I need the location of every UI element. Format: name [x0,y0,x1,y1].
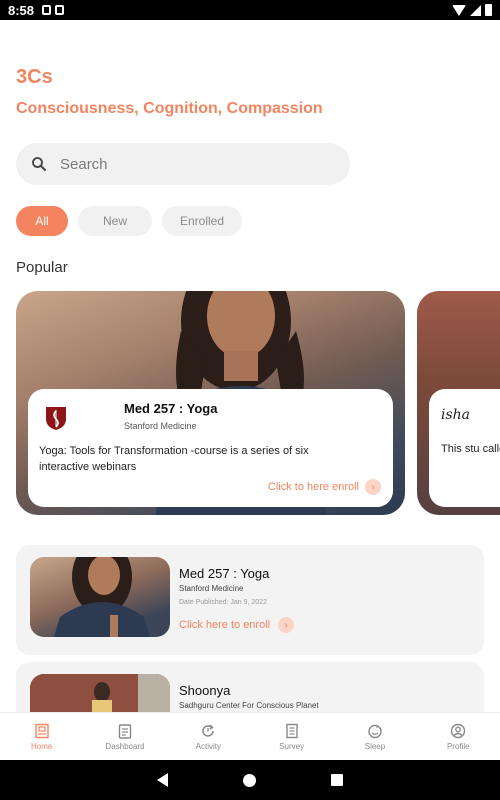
nav-profile-label: Profile [446,741,470,751]
nav-activity-label: Activity [195,741,221,751]
nav-home-label: Home [30,741,53,751]
popular-card-info: Med 257 : Yoga Stanford Medicine Yoga: T… [28,389,393,507]
battery-icon [485,4,492,16]
list-item-title: Med 257 : Yoga [179,566,270,581]
back-icon[interactable] [157,773,169,787]
nav-survey[interactable]: Survey [250,713,333,760]
bottom-navigation: Home Dashboard Activity Survey z Sleep P… [0,712,500,760]
popular-card-isha-description: This stu called 'S [441,443,500,455]
search-icon [32,157,46,171]
nav-activity[interactable]: Activity [167,713,250,760]
popular-card-yoga[interactable]: Med 257 : Yoga Stanford Medicine Yoga: T… [16,291,405,515]
popular-card-isha-info: isha This stu called 'S [429,389,500,507]
nav-sleep-label: Sleep [364,741,386,751]
clipboard-icon [118,723,132,739]
popular-card-cta-label: Click to here enroll [267,481,359,493]
status-time: 8:58 [8,2,35,18]
sleep-icon: z [368,724,382,738]
system-navigation-bar [0,760,500,800]
popular-card-description: Yoga: Tools for Transformation -course i… [39,445,309,473]
search-input[interactable] [60,155,300,173]
filter-chip-all[interactable]: All [16,206,68,236]
list-item[interactable]: Med 257 : Yoga Stanford Medicine Date Pu… [16,545,484,655]
popular-card-title: Med 257 : Yoga [124,401,218,416]
nav-dashboard-label: Dashboard [105,741,145,751]
sim-icon [55,5,65,15]
home-button-icon[interactable] [242,773,256,787]
isha-logo: isha [441,407,471,423]
filter-chips: All New Enrolled [16,206,242,236]
search-bar[interactable] [16,143,350,185]
notification-icon [42,5,52,15]
chevron-right-icon: › [278,617,295,633]
list-item-cta-label: Click here to enroll [179,619,271,631]
home-icon [34,723,49,738]
list-item-date: Date Published: Jan 9, 2022 [179,599,267,606]
signal-icon [470,4,481,16]
nav-home[interactable]: Home [0,713,83,760]
popular-heading: Popular [16,259,68,276]
survey-icon [285,723,298,738]
nav-dashboard[interactable]: Dashboard [83,713,166,760]
nav-profile[interactable]: Profile [417,713,500,760]
popular-card-enroll-link[interactable]: Click to here enroll › [268,479,381,495]
chevron-right-icon: › [365,479,381,495]
status-bar: 8:58 [0,0,500,20]
app-screen: 8:58 3Cs Consciousness, Cognition, Compa… [0,0,500,800]
list-item-org: Sadhguru Center For Conscious Planet [179,701,319,710]
app-title: 3Cs [16,66,53,88]
popular-card-org: Stanford Medicine [124,421,197,431]
person-icon [451,723,466,738]
nav-survey-label: Survey [279,741,305,751]
refresh-icon [202,724,215,737]
list-item-org: Stanford Medicine [179,584,244,593]
app-subtitle: Consciousness, Cognition, Compassion [16,100,323,117]
list-item-enroll-link[interactable]: Click here to enroll › [179,617,295,633]
course-thumbnail [30,557,170,637]
recents-icon[interactable] [330,774,343,786]
wifi-icon [452,4,466,16]
nav-sleep[interactable]: z Sleep [333,713,416,760]
svg-text:z: z [376,724,378,729]
filter-chip-new[interactable]: New [78,206,152,236]
filter-chip-enrolled[interactable]: Enrolled [162,206,242,236]
list-item-title: Shoonya [179,683,231,698]
stanford-logo-icon [46,407,66,430]
popular-card-isha[interactable]: isha This stu called 'S [417,291,500,515]
